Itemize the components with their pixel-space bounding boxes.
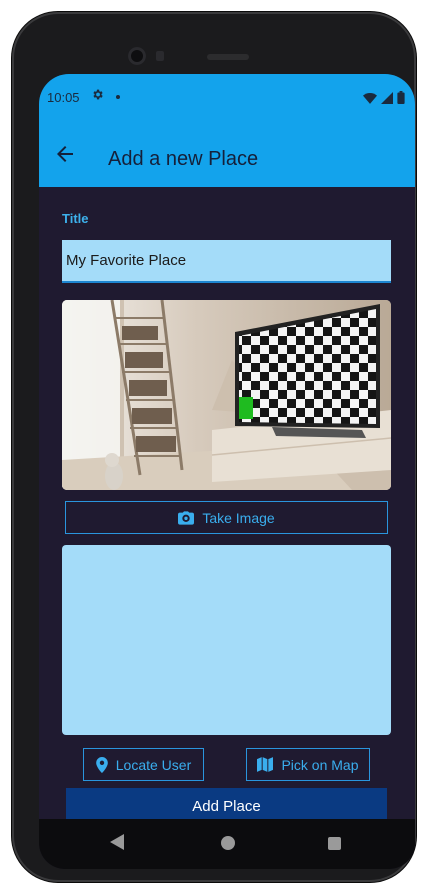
locate-user-label: Locate User <box>115 756 192 773</box>
take-image-label: Take Image <box>202 509 275 526</box>
gear-icon <box>91 88 104 104</box>
status-time: 10:05 <box>47 90 80 105</box>
proximity-sensor <box>156 51 164 61</box>
arrow-back-icon[interactable] <box>53 142 77 166</box>
phone-frame: 10:05 Add a new Place Title My Favorite … <box>12 12 416 882</box>
nav-back-icon[interactable] <box>110 834 124 850</box>
camera-icon <box>178 510 195 525</box>
nav-home-icon[interactable] <box>221 836 235 850</box>
title-input[interactable] <box>62 240 391 283</box>
signal-icon <box>381 91 393 104</box>
map-icon <box>257 757 274 772</box>
image-preview <box>62 300 391 490</box>
pick-on-map-label: Pick on Map <box>281 756 359 773</box>
status-icons <box>363 91 405 104</box>
app-bar: Add a new Place <box>39 120 415 187</box>
nav-recent-icon[interactable] <box>328 837 341 850</box>
system-nav-bar <box>39 819 415 869</box>
screen: 10:05 Add a new Place Title My Favorite … <box>39 74 415 869</box>
page-title: Add a new Place <box>108 148 259 170</box>
wifi-icon <box>363 92 377 104</box>
title-label: Title <box>62 211 89 226</box>
earpiece <box>207 54 249 60</box>
battery-icon <box>397 91 405 104</box>
status-bar: 10:05 <box>39 74 415 120</box>
front-camera <box>128 47 146 65</box>
room-image <box>62 300 391 490</box>
pick-on-map-button[interactable]: Pick on Map <box>246 748 370 781</box>
notification-dot <box>116 95 120 99</box>
location-pin-icon <box>95 756 108 773</box>
take-image-button[interactable]: Take Image <box>65 501 388 534</box>
locate-user-button[interactable]: Locate User <box>83 748 204 781</box>
location-preview <box>62 545 391 735</box>
